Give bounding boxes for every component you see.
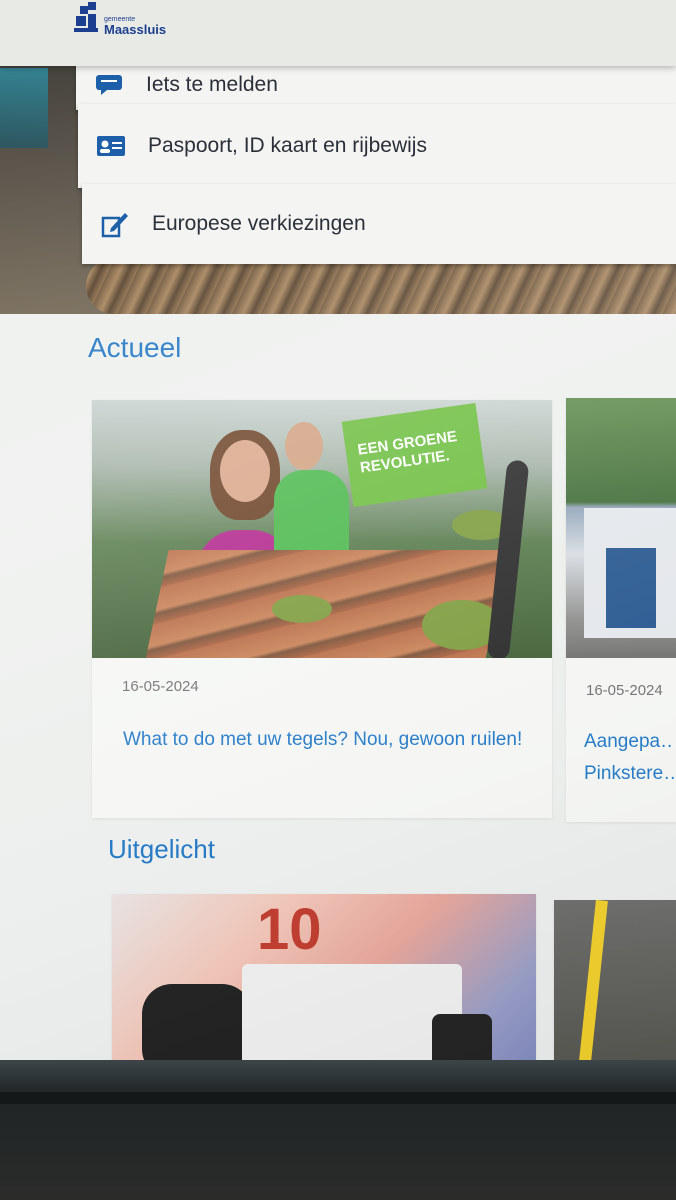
quick-link-europese-verkiezingen[interactable]: Europese verkiezingen [82,184,676,264]
logo-title: Maassluis [104,22,167,37]
news-date: 16-05-2024 [122,678,199,695]
quick-link-label: Iets te melden [146,73,278,96]
quick-link-paspoort[interactable]: Paspoort, ID kaart en rijbewijs [78,104,676,188]
site-header: gemeente Maassluis [0,0,676,66]
featured-card[interactable]: 10 [112,894,536,1084]
news-date: 16-05-2024 [586,682,663,699]
featured-card-image: 10 [112,894,536,1084]
news-card-image: EEN GROENE REVOLUTIE. [92,400,552,658]
news-card-image [566,398,676,658]
featured-card[interactable] [554,900,676,1084]
chat-icon [94,72,124,98]
banknote-number: 10 [257,897,322,962]
news-title-link[interactable]: What to do met uw tegels? Nou, gewoon ru… [123,724,533,756]
rope-image [86,258,676,314]
actueel-heading: Actueel [88,332,182,363]
featured-card-image [554,900,676,1084]
id-card-icon [96,133,126,159]
pencil-icon [100,211,130,238]
news-card[interactable]: 16-05-2024 Aangepa… Pinkstere… [566,398,676,822]
quick-link-label: Europese verkiezingen [152,212,366,235]
monitor-bezel-edge [0,1092,676,1104]
news-card[interactable]: EEN GROENE REVOLUTIE. 16-05-2024 What to… [92,400,552,818]
monitor-bezel [0,1060,676,1200]
uitgelicht-heading: Uitgelicht [108,834,215,864]
browser-screen: gemeente Maassluis Iets te melden Paspoo… [0,0,676,1095]
news-title-link[interactable]: Aangepa… Pinkstere… [584,726,674,790]
logo-mark-icon [74,2,100,36]
hero-image-accent [0,68,48,148]
municipality-logo[interactable]: gemeente Maassluis [74,2,166,36]
quick-link-label: Paspoort, ID kaart en rijbewijs [148,134,427,157]
